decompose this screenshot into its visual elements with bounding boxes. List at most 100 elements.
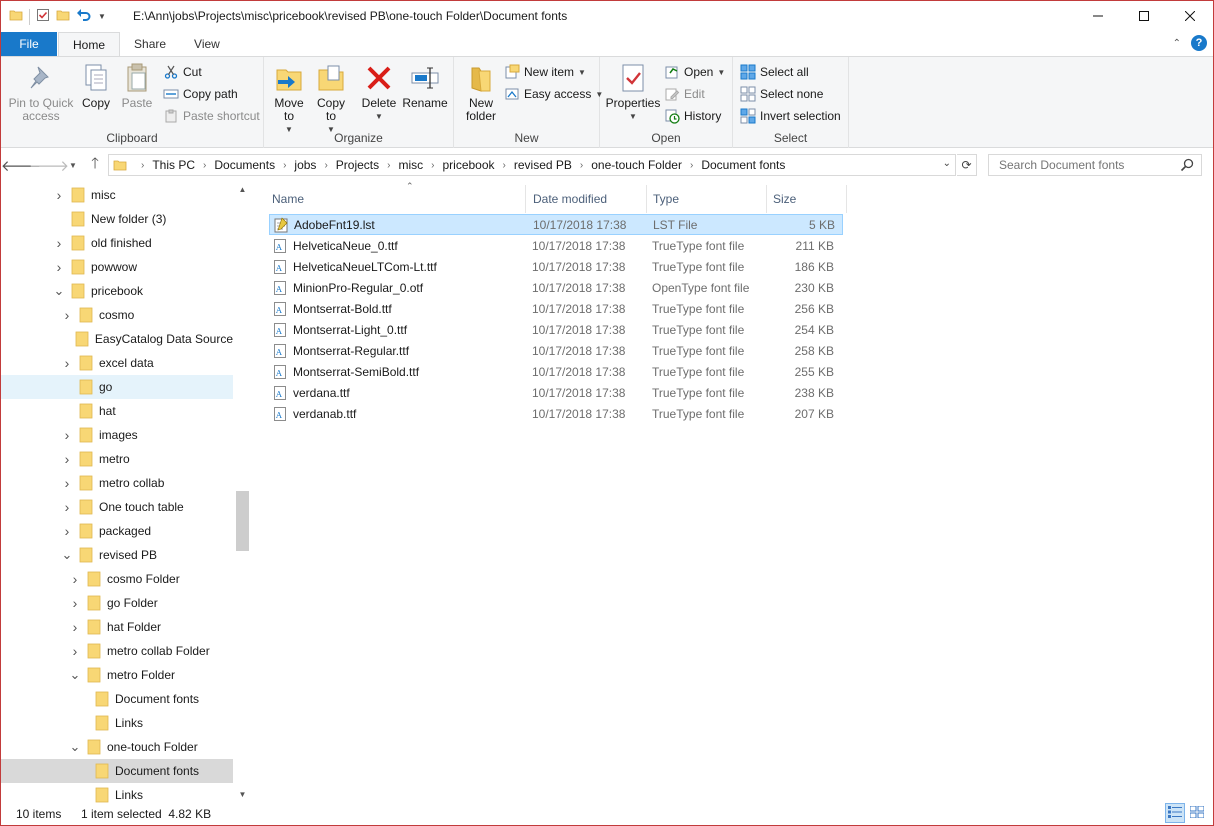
chevron-right-icon[interactable]: › [53,235,65,251]
select-all-button[interactable]: Select all [740,64,809,80]
file-row[interactable]: A Montserrat-Light_0.ttf 10/17/2018 17:38 T… [269,319,843,340]
file-row[interactable]: A Montserrat-SemiBold.ttf 10/17/2018 17:38… [269,361,843,382]
edit-button[interactable]: Edit [664,86,705,102]
up-button[interactable]: 🡑 [85,155,105,175]
help-icon[interactable]: ? [1191,35,1207,51]
tree-item[interactable]: › old finished [1,231,233,255]
address-bar[interactable]: › This PC › Documents › jobs › Projects › mi… [108,154,956,176]
scrollbar-thumb[interactable] [236,491,249,551]
forward-button[interactable]: 🡒 [29,155,69,175]
address-dropdown-icon[interactable]: ⌄ [943,158,951,169]
refresh-button[interactable]: ⟳ [957,154,977,176]
properties-check-icon[interactable] [36,8,50,25]
tree-item[interactable]: › metro [1,447,233,471]
file-row[interactable]: A Montserrat-Regular.ttf 10/17/2018 17:38 T… [269,340,843,361]
tree-item[interactable]: ⌄ pricebook [1,279,233,303]
breadcrumb-this-pc[interactable]: This PC › [152,158,214,172]
column-header-name[interactable]: ⌃ Name [266,181,526,213]
tab-home[interactable]: Home [58,32,121,56]
tree-item[interactable]: › metro collab Folder [1,639,233,663]
search-box[interactable] [988,154,1202,176]
chevron-right-icon[interactable]: › [53,187,65,203]
copy-to-button[interactable]: Copy to ▼ [312,61,350,136]
easy-access-button[interactable]: Easy access ▼ [504,86,603,102]
chevron-down-icon[interactable]: ⌄ [61,547,73,563]
column-header-date[interactable]: Date modified [527,185,647,213]
tree-item[interactable]: › images [1,423,233,447]
file-row[interactable]: AdobeFnt19.lst 10/17/2018 17:38 LST File 5 … [269,214,843,235]
breadcrumb-pricebook[interactable]: pricebook › [443,158,514,172]
chevron-right-icon[interactable]: › [61,355,73,371]
paste-shortcut-button[interactable]: Paste shortcut [163,108,260,124]
tree-item[interactable]: › powwow [1,255,233,279]
tab-view[interactable]: View [180,32,234,56]
tree-item[interactable]: go [1,375,233,399]
breadcrumb-projects[interactable]: Projects › [336,158,399,172]
tree-item[interactable]: Document fonts [1,759,233,783]
chevron-right-icon[interactable]: › [69,595,81,611]
chevron-right-icon[interactable]: › [61,307,73,323]
tree-item[interactable]: New folder (3) [1,207,233,231]
details-view-button[interactable] [1165,803,1185,823]
breadcrumb-documents[interactable]: Documents › [214,158,294,172]
tree-item[interactable]: Links [1,783,233,803]
pin-quick-access-button[interactable]: Pin to Quick access [7,61,75,123]
tree-item[interactable]: › One touch table [1,495,233,519]
new-folder-icon[interactable] [56,8,70,25]
paste-button[interactable]: Paste [117,61,157,110]
large-icons-view-button[interactable] [1187,803,1207,823]
minimize-button[interactable] [1075,1,1121,31]
tab-file[interactable]: File [1,32,57,56]
copy-button[interactable]: Copy [77,61,115,110]
chevron-right-icon[interactable]: › [61,499,73,515]
file-row[interactable]: A HelveticaNeueLTCom-Lt.ttf 10/17/2018 17:… [269,256,843,277]
new-item-button[interactable]: New item ▼ [504,64,586,80]
chevron-right-icon[interactable]: › [61,475,73,491]
undo-icon[interactable] [76,7,92,26]
new-folder-button[interactable]: New folder [460,61,502,123]
navigation-scrollbar[interactable]: ▲ ▼ [234,181,251,803]
tree-item[interactable]: › excel data [1,351,233,375]
tree-item[interactable]: › cosmo Folder [1,567,233,591]
file-row[interactable]: Averdana.ttf 10/17/2018 17:38 TrueType fon… [269,382,843,403]
customize-qat-icon[interactable]: ▼ [98,12,106,21]
chevron-right-icon[interactable]: › [61,451,73,467]
chevron-right-icon[interactable]: › [61,523,73,539]
tree-item[interactable]: › hat Folder [1,615,233,639]
breadcrumb-document-fonts[interactable]: Document fonts [701,158,785,172]
tree-item[interactable]: › packaged [1,519,233,543]
scroll-up-icon[interactable]: ▲ [234,181,251,198]
breadcrumb-jobs[interactable]: jobs › [294,158,335,172]
chevron-right-icon[interactable]: › [61,427,73,443]
rename-button[interactable]: Rename [402,61,448,110]
chevron-down-icon[interactable]: ⌄ [69,739,81,755]
file-row[interactable]: Averdanab.ttf 10/17/2018 17:38 TrueType fo… [269,403,843,424]
invert-selection-button[interactable]: Invert selection [740,108,841,124]
tree-item[interactable]: ⌄ metro Folder [1,663,233,687]
breadcrumb-one-touch-folder[interactable]: one-touch Folder › [591,158,701,172]
column-header-type[interactable]: Type [647,185,767,213]
delete-button[interactable]: Delete ▼ [360,61,398,123]
expand-ribbon-icon[interactable]: ⌃ [1173,38,1181,49]
breadcrumb-revised-pb[interactable]: revised PB › [514,158,591,172]
chevron-right-icon[interactable]: › [69,571,81,587]
chevron-down-icon[interactable]: ⌄ [53,283,65,299]
select-none-button[interactable]: Select none [740,86,823,102]
breadcrumb-misc[interactable]: misc › [398,158,442,172]
chevron-right-icon[interactable]: › [69,643,81,659]
search-input[interactable] [997,157,1177,173]
breadcrumb-separator[interactable]: › [133,160,152,171]
tree-item[interactable]: › cosmo [1,303,233,327]
file-row[interactable]: A Montserrat-Bold.ttf 10/17/2018 17:38 True… [269,298,843,319]
chevron-right-icon[interactable]: › [69,619,81,635]
column-header-size[interactable]: Size [767,185,847,213]
properties-button[interactable]: Properties ▼ [606,61,660,123]
close-button[interactable] [1167,1,1213,31]
file-row[interactable]: A HelveticaNeue_0.ttf 10/17/2018 17:38 True… [269,235,843,256]
tree-item[interactable]: ⌄ revised PB [1,543,233,567]
recent-locations-button[interactable]: ▼ [63,155,83,175]
open-button[interactable]: Open ▼ [664,64,725,80]
tree-item[interactable]: › go Folder [1,591,233,615]
tree-item[interactable]: hat [1,399,233,423]
tree-item[interactable]: ⌄ one-touch Folder [1,735,233,759]
